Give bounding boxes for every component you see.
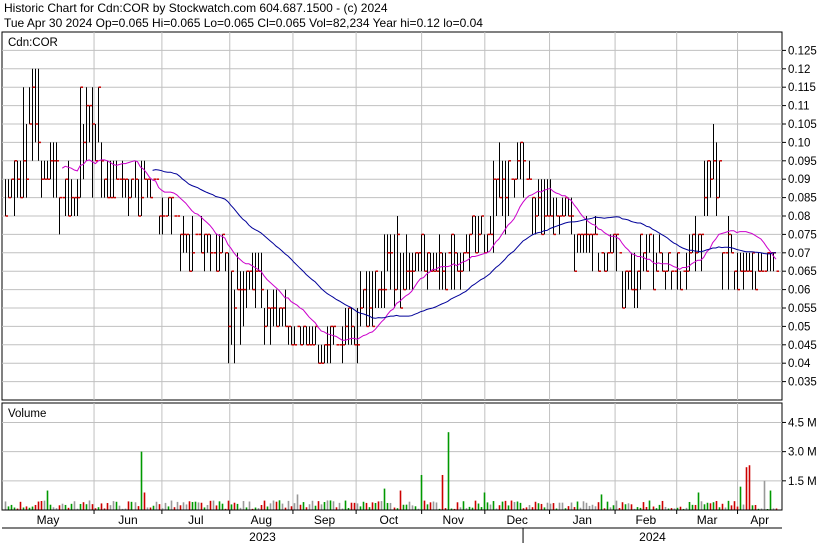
volume-axis-ticks: 1.5 M 3.0 M 4.5 M [782,417,817,488]
month-label: Mar [697,513,718,527]
month-label: Nov [443,513,464,527]
price-tick-label: 0.065 [788,266,817,278]
price-tick-label: 0.095 [788,156,817,168]
month-label: Apr [750,513,769,527]
price-axis-ticks: 0.035 0.04 0.045 0.05 0.055 0.06 0.065 0.07 0.07… [782,45,817,389]
price-tick-label: 0.055 [788,303,817,315]
chart-header-line2: Tue Apr 30 2024 Op=0.065 Hi=0.065 Lo=0.0… [4,16,483,30]
price-gridlines [2,32,782,400]
stock-chart: Historic Chart for Cdn:COR by Stockwatch… [1,1,817,543]
price-tick-label: 0.07 [788,248,810,260]
short-moving-average-line [61,159,777,341]
date-axis: May Jun Jul Aug Sep Oct Nov Dec Jan Feb Mar Apr 2023… [2,509,782,543]
price-tick-label: 0.04 [788,358,811,370]
volume-gridlines [2,403,782,510]
price-tick-label: 0.105 [788,119,817,131]
month-label: Jul [188,513,203,527]
month-label: Feb [636,513,657,527]
price-tick-label: 0.06 [788,285,810,297]
volume-panel-title: Volume [8,408,46,420]
volume-tick-label: 1.5 M [788,476,817,488]
volume-tick-label: 4.5 M [788,417,817,429]
price-tick-label: 0.045 [788,340,817,352]
volume-panel: 1.5 M 3.0 M 4.5 M Volume [1,402,817,511]
price-panel: 0.035 0.04 0.045 0.05 0.055 0.06 0.065 0.07 0.07… [1,31,817,401]
price-tick-label: 0.125 [788,45,817,57]
price-tick-label: 0.10 [788,137,810,149]
chart-header-line1: Historic Chart for Cdn:COR by Stockwatch… [4,1,388,15]
price-tick-label: 0.12 [788,64,810,76]
month-label: May [37,513,60,527]
month-label: Jan [573,513,592,527]
price-tick-label: 0.09 [788,174,810,186]
price-tick-label: 0.035 [788,377,817,389]
volume-bars [4,432,778,510]
price-tick-label: 0.05 [788,321,810,333]
volume-tick-label: 3.0 M [788,447,817,459]
month-label: Oct [380,513,399,527]
price-tick-label: 0.075 [788,229,817,241]
price-tick-label: 0.11 [788,101,810,113]
month-label: Aug [251,513,272,527]
price-tick-label: 0.115 [788,82,816,94]
price-tick-label: 0.085 [788,193,817,205]
month-label: Dec [507,513,528,527]
month-label: Jun [118,513,137,527]
price-panel-title: Cdn:COR [8,37,58,49]
year-label: 2024 [639,530,666,543]
year-label: 2023 [249,530,276,543]
volume-panel-frame [1,402,783,511]
month-label: Sep [314,513,336,527]
price-tick-label: 0.08 [788,211,810,223]
